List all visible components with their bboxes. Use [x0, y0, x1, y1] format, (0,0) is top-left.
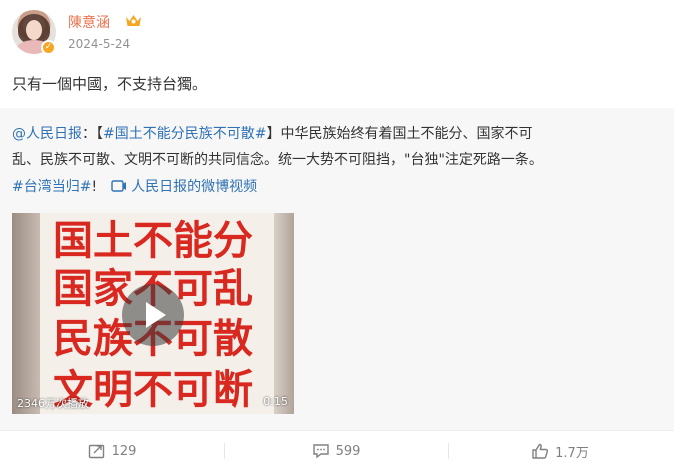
crown-icon: [126, 15, 141, 26]
repost-count: 129: [111, 443, 137, 459]
repost-text-line1: 中华民族始终有着国土不能分、国家不可: [280, 126, 533, 142]
play-button[interactable]: [122, 284, 184, 346]
video-player[interactable]: 国土不能分 国家不可乱 民族不可散 文明不可断 2346万次播放 0:15: [12, 213, 294, 414]
video-text-line: 国土不能分: [53, 217, 253, 264]
video-link-icon: [111, 180, 127, 192]
video-duration: 0:15: [263, 395, 288, 408]
like-button[interactable]: 1.7万: [448, 431, 672, 470]
repost-line-3: #台湾当归#! 人民日报的微博视频: [12, 177, 257, 197]
comment-count: 599: [335, 443, 361, 459]
comment-icon: [312, 444, 329, 459]
hashtag-link[interactable]: #台湾当归#: [12, 179, 91, 195]
repost-icon: [88, 444, 104, 459]
bracket-close: 】: [266, 126, 281, 142]
post-timestamp[interactable]: 2024-5-24: [68, 37, 130, 51]
weibo-post-card: ✓ 陳意涵 2024-5-24 只有一個中國，不支持台獨。 @人民日报：【#国土…: [0, 0, 674, 470]
action-bar: 129 599 1.7万: [0, 430, 674, 470]
repost-line-1: @人民日报：【#国土不能分民族不可散#】中华民族始终有着国土不能分、国家不可: [12, 124, 532, 144]
repost-button[interactable]: 129: [0, 431, 224, 470]
repost-text-line2: 乱、民族不可散、文明不可断的共同信念。统一大势不可阻挡，"台独"注定死路一条。: [12, 152, 543, 168]
bracket-open: 【: [96, 126, 103, 142]
thumbs-up-icon: [532, 443, 549, 459]
mention-link[interactable]: @人民日报: [12, 126, 82, 142]
video-view-count: 2346万次播放: [17, 397, 89, 410]
exclaim: !: [91, 179, 98, 195]
topic-link[interactable]: #国土不能分民族不可散#: [103, 126, 266, 142]
comment-button[interactable]: 599: [224, 431, 448, 470]
play-icon: [146, 302, 166, 328]
verified-badge-icon: ✓: [41, 40, 56, 55]
post-text: 只有一個中國，不支持台獨。: [12, 75, 208, 93]
like-count: 1.7万: [555, 445, 589, 461]
colon: ：: [82, 126, 96, 142]
video-link[interactable]: 人民日报的微博视频: [131, 179, 257, 195]
username[interactable]: 陳意涵: [68, 12, 110, 32]
